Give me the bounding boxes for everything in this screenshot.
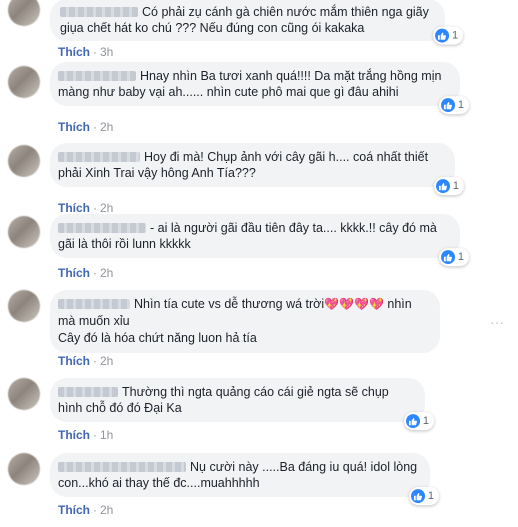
- comment-actions: Thích · 2h: [58, 354, 113, 368]
- commenter-name-redacted[interactable]: [58, 299, 130, 309]
- like-reaction-icon: [435, 179, 450, 194]
- heart-emojis: 💖💖💖💖: [324, 297, 384, 311]
- comment-actions: Thích · 1h: [58, 428, 113, 442]
- comment-actions: Thích · 3h: [58, 45, 113, 59]
- avatar[interactable]: [8, 0, 40, 26]
- reaction-count: 1: [452, 180, 460, 193]
- timestamp[interactable]: 2h: [100, 201, 113, 215]
- like-button[interactable]: Thích: [58, 45, 90, 59]
- reaction-count: 1: [422, 415, 430, 428]
- reaction-badge[interactable]: 1: [438, 248, 470, 267]
- reaction-badge[interactable]: 1: [408, 487, 440, 506]
- avatar[interactable]: [8, 290, 40, 322]
- avatar[interactable]: [8, 216, 40, 248]
- commenter-name-redacted[interactable]: [58, 223, 146, 233]
- timestamp[interactable]: 3h: [100, 45, 113, 59]
- comment-bubble: - ai là người gãi đầu tiên đây ta.... kk…: [50, 214, 470, 267]
- comment-bubble: Có phải zụ cánh gà chiên nước mắm thiên …: [50, 0, 464, 45]
- comment-bubble: Thường thì ngta quảng cáo cái giẻ ngta s…: [50, 378, 435, 431]
- reaction-count: 1: [457, 251, 465, 264]
- timestamp[interactable]: 1h: [100, 428, 113, 442]
- avatar[interactable]: [8, 66, 40, 98]
- commenter-name-redacted[interactable]: [58, 152, 140, 162]
- reaction-badge[interactable]: 1: [433, 177, 465, 196]
- like-button[interactable]: Thích: [58, 266, 90, 280]
- like-button[interactable]: Thích: [58, 201, 90, 215]
- commenter-name-redacted[interactable]: [58, 462, 186, 472]
- reaction-count: 1: [457, 99, 465, 112]
- timestamp[interactable]: 2h: [100, 354, 113, 368]
- comment-actions: Thích · 2h: [58, 120, 113, 134]
- comment-text-line2: Cây đó là hóa chứt năng luon hả tía: [58, 331, 257, 345]
- separator: ·: [93, 503, 97, 517]
- comment-bubble: Nhìn tía cute vs dễ thương wá trời💖💖💖💖 n…: [50, 290, 440, 353]
- commenter-name-redacted[interactable]: [58, 71, 136, 81]
- reaction-badge[interactable]: 1: [432, 26, 464, 45]
- separator: ·: [93, 428, 97, 442]
- like-reaction-icon: [405, 414, 420, 429]
- separator: ·: [93, 45, 97, 59]
- avatar[interactable]: [8, 378, 40, 410]
- separator: ·: [93, 354, 97, 368]
- like-button[interactable]: Thích: [58, 503, 90, 517]
- separator: ·: [93, 201, 97, 215]
- timestamp[interactable]: 2h: [100, 120, 113, 134]
- separator: ·: [93, 120, 97, 134]
- reaction-badge[interactable]: 1: [403, 412, 435, 431]
- reaction-badge[interactable]: 1: [438, 96, 470, 115]
- comment-text-line1: Nhìn tía cute vs dễ thương wá trời: [134, 297, 325, 311]
- comment-bubble: Nụ cười này .....Ba đáng iu quá! idol lò…: [50, 453, 440, 506]
- like-reaction-icon: [434, 28, 449, 43]
- reaction-count: 1: [451, 29, 459, 42]
- reaction-count: 1: [427, 490, 435, 503]
- avatar[interactable]: [8, 453, 40, 485]
- timestamp[interactable]: 2h: [100, 266, 113, 280]
- comment-bubble: Hnay nhìn Ba tươi xanh quá!!!! Da mặt tr…: [50, 62, 470, 115]
- separator: ·: [93, 266, 97, 280]
- like-reaction-icon: [440, 98, 455, 113]
- timestamp[interactable]: 2h: [100, 503, 113, 517]
- like-button[interactable]: Thích: [58, 428, 90, 442]
- comment-actions: Thích · 2h: [58, 201, 113, 215]
- comment-bubble: Hoy đi mà! Chụp ảnh với cây gãi h.... co…: [50, 143, 465, 196]
- like-reaction-icon: [410, 489, 425, 504]
- comment-actions: Thích · 2h: [58, 266, 113, 280]
- avatar[interactable]: [8, 145, 40, 177]
- comment-actions: Thích · 2h: [58, 503, 113, 517]
- more-options-icon[interactable]: ···: [490, 314, 504, 330]
- like-button[interactable]: Thích: [58, 120, 90, 134]
- commenter-name-redacted[interactable]: [58, 387, 118, 397]
- like-reaction-icon: [440, 250, 455, 265]
- commenter-name-redacted[interactable]: [60, 7, 138, 17]
- like-button[interactable]: Thích: [58, 354, 90, 368]
